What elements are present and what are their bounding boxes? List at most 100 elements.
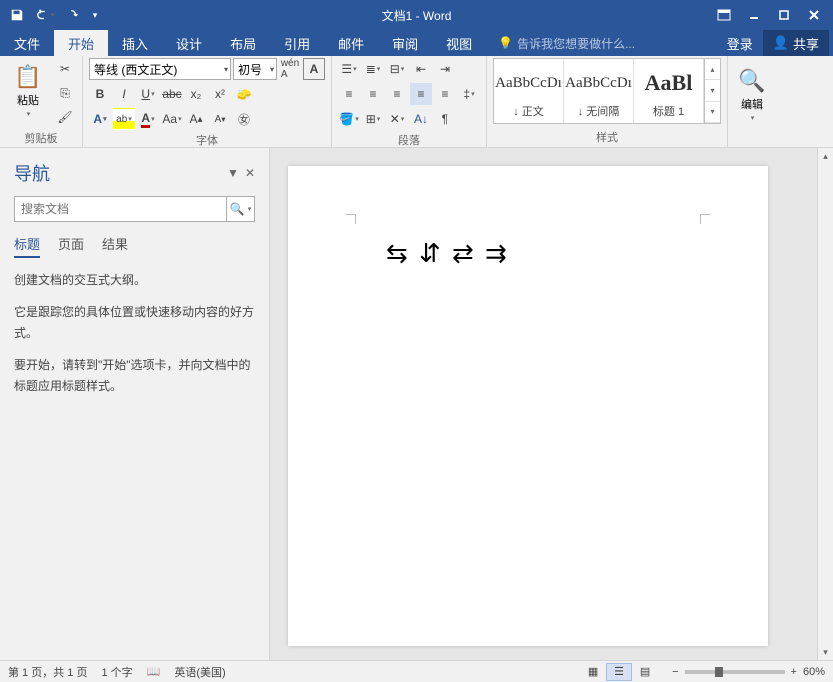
window-controls <box>711 4 833 26</box>
login-button[interactable]: 登录 <box>717 34 763 53</box>
vertical-scrollbar[interactable]: ▴ ▾ <box>817 148 833 660</box>
distributed-button[interactable]: ≡ <box>434 83 456 105</box>
tab-references[interactable]: 引用 <box>270 30 324 56</box>
status-page[interactable]: 第 1 页，共 1 页 <box>8 664 87 680</box>
format-painter-button[interactable]: 🖌 <box>54 106 76 128</box>
justify-button[interactable]: ≡ <box>410 83 432 105</box>
bullets-button[interactable]: ☰▾ <box>338 58 360 80</box>
tell-me-search[interactable]: 💡 告诉我您想要做什么... <box>486 30 635 56</box>
zoom-slider[interactable] <box>685 670 785 674</box>
nav-search-button[interactable]: 🔍▾ <box>226 197 254 221</box>
zoom-level[interactable]: 60% <box>803 666 825 678</box>
font-size-combo[interactable]: 初号▾ <box>233 58 277 80</box>
web-layout-button[interactable]: ▤ <box>632 663 658 681</box>
zoom-out-button[interactable]: − <box>672 666 678 678</box>
align-right-button[interactable]: ≡ <box>386 83 408 105</box>
nav-search-input[interactable] <box>15 202 226 216</box>
tab-design[interactable]: 设计 <box>162 30 216 56</box>
clear-formatting-button[interactable]: 🧽 <box>233 83 255 105</box>
dropdown-icon: ▾ <box>751 114 755 122</box>
minimize-button[interactable] <box>741 4 767 26</box>
document-page[interactable]: ⇆ ⇵ ⇄ ⇉ <box>288 166 768 646</box>
borders-button[interactable]: ⊞▾ <box>362 108 384 130</box>
align-left-button[interactable]: ≡ <box>338 83 360 105</box>
ribbon: 📋 粘贴 ▾ ✂ ⎘ 🖌 剪贴板 等线 (西文正文)▾ 初号▾ wénA A B… <box>0 56 833 148</box>
enclose-characters-button[interactable]: ㊛ <box>233 108 255 130</box>
decrease-indent-button[interactable]: ⇤ <box>410 58 432 80</box>
multilevel-list-button[interactable]: ⊟▾ <box>386 58 408 80</box>
search-icon: 🔍 <box>230 202 245 216</box>
shrink-font-button[interactable]: A▾ <box>209 108 231 130</box>
ribbon-display-options-button[interactable] <box>711 4 737 26</box>
zoom-in-button[interactable]: + <box>791 666 797 678</box>
paste-button[interactable]: 📋 粘贴 ▾ <box>6 58 50 124</box>
nav-tab-results[interactable]: 结果 <box>102 234 128 258</box>
tab-layout[interactable]: 布局 <box>216 30 270 56</box>
font-color-button[interactable]: A▾ <box>137 108 159 130</box>
style-normal[interactable]: AaBbCcDı ↓ 正文 <box>494 59 564 123</box>
status-language[interactable]: 英语(美国) <box>174 664 225 680</box>
grow-font-button[interactable]: A▴ <box>185 108 207 130</box>
find-button[interactable]: 🔍 编辑 ▾ <box>734 62 770 128</box>
redo-button[interactable] <box>60 2 86 28</box>
nav-help-text-1: 创建文档的交互式大纲。 <box>14 270 255 290</box>
tell-me-label: 告诉我您想要做什么... <box>517 35 635 52</box>
style-name: 标题 1 <box>653 103 684 119</box>
style-heading-1[interactable]: AaBl 标题 1 <box>634 59 704 123</box>
line-spacing-button[interactable]: ‡▾ <box>458 83 480 105</box>
tab-file[interactable]: 文件 <box>0 30 54 56</box>
shading-button[interactable]: 🪣▾ <box>338 108 360 130</box>
copy-button[interactable]: ⎘ <box>54 82 76 104</box>
zoom-thumb[interactable] <box>715 667 723 677</box>
nav-dropdown-button[interactable]: ▼ <box>227 166 239 180</box>
style-no-spacing[interactable]: AaBbCcDı ↓ 无间隔 <box>564 59 634 123</box>
change-case-button[interactable]: Aa▾ <box>161 108 183 130</box>
tab-mailings[interactable]: 邮件 <box>324 30 378 56</box>
numbering-button[interactable]: ≣▾ <box>362 58 384 80</box>
subscript-button[interactable]: x₂ <box>185 83 207 105</box>
restore-button[interactable] <box>771 4 797 26</box>
save-button[interactable] <box>4 2 30 28</box>
show-marks-button[interactable]: ¶ <box>434 108 456 130</box>
italic-button[interactable]: I <box>113 83 135 105</box>
status-word-count[interactable]: 1 个字 <box>101 664 132 680</box>
bold-button[interactable]: B <box>89 83 111 105</box>
qat-customize-button[interactable]: ▾ <box>88 2 102 28</box>
cut-button[interactable]: ✂ <box>54 58 76 80</box>
tab-review[interactable]: 审阅 <box>378 30 432 56</box>
tab-view[interactable]: 视图 <box>432 30 486 56</box>
increase-indent-button[interactable]: ⇥ <box>434 58 456 80</box>
share-button[interactable]: 👤 共享 <box>763 30 829 56</box>
asian-layout-button[interactable]: ✕▾ <box>386 108 408 130</box>
nav-tab-pages[interactable]: 页面 <box>58 234 84 258</box>
group-label-editing <box>734 131 770 147</box>
gallery-down-button[interactable]: ▾ <box>705 80 720 101</box>
strikethrough-button[interactable]: abc <box>161 83 183 105</box>
status-proofing-icon[interactable]: 📖 <box>147 665 161 678</box>
nav-close-button[interactable]: ✕ <box>245 166 255 180</box>
close-button[interactable] <box>801 4 827 26</box>
underline-button[interactable]: U▾ <box>137 83 159 105</box>
scroll-down-button[interactable]: ▾ <box>818 644 833 660</box>
highlight-button[interactable]: ab▾ <box>113 108 135 130</box>
read-mode-button[interactable]: ▦ <box>580 663 606 681</box>
align-center-button[interactable]: ≡ <box>362 83 384 105</box>
document-content[interactable]: ⇆ ⇵ ⇄ ⇉ <box>386 238 509 269</box>
style-name: ↓ 正文 <box>513 103 544 119</box>
tab-home[interactable]: 开始 <box>54 30 108 56</box>
character-border-button[interactable]: A <box>303 58 325 80</box>
print-layout-button[interactable]: ☰ <box>606 663 632 681</box>
text-effects-button[interactable]: A▾ <box>89 108 111 130</box>
superscript-button[interactable]: x² <box>209 83 231 105</box>
tab-insert[interactable]: 插入 <box>108 30 162 56</box>
phonetic-guide-button[interactable]: wénA <box>279 58 301 80</box>
scroll-up-button[interactable]: ▴ <box>818 148 833 164</box>
font-name-combo[interactable]: 等线 (西文正文)▾ <box>89 58 231 80</box>
sort-button[interactable]: A↓ <box>410 108 432 130</box>
nav-tab-headings[interactable]: 标题 <box>14 234 40 258</box>
dropdown-icon: ▾ <box>51 11 55 19</box>
gallery-more-button[interactable]: ▾ <box>705 102 720 123</box>
gallery-up-button[interactable]: ▴ <box>705 59 720 80</box>
undo-button[interactable]: ▾ <box>32 2 58 28</box>
status-bar: 第 1 页，共 1 页 1 个字 📖 英语(美国) ▦ ☰ ▤ − + 60% <box>0 660 833 682</box>
